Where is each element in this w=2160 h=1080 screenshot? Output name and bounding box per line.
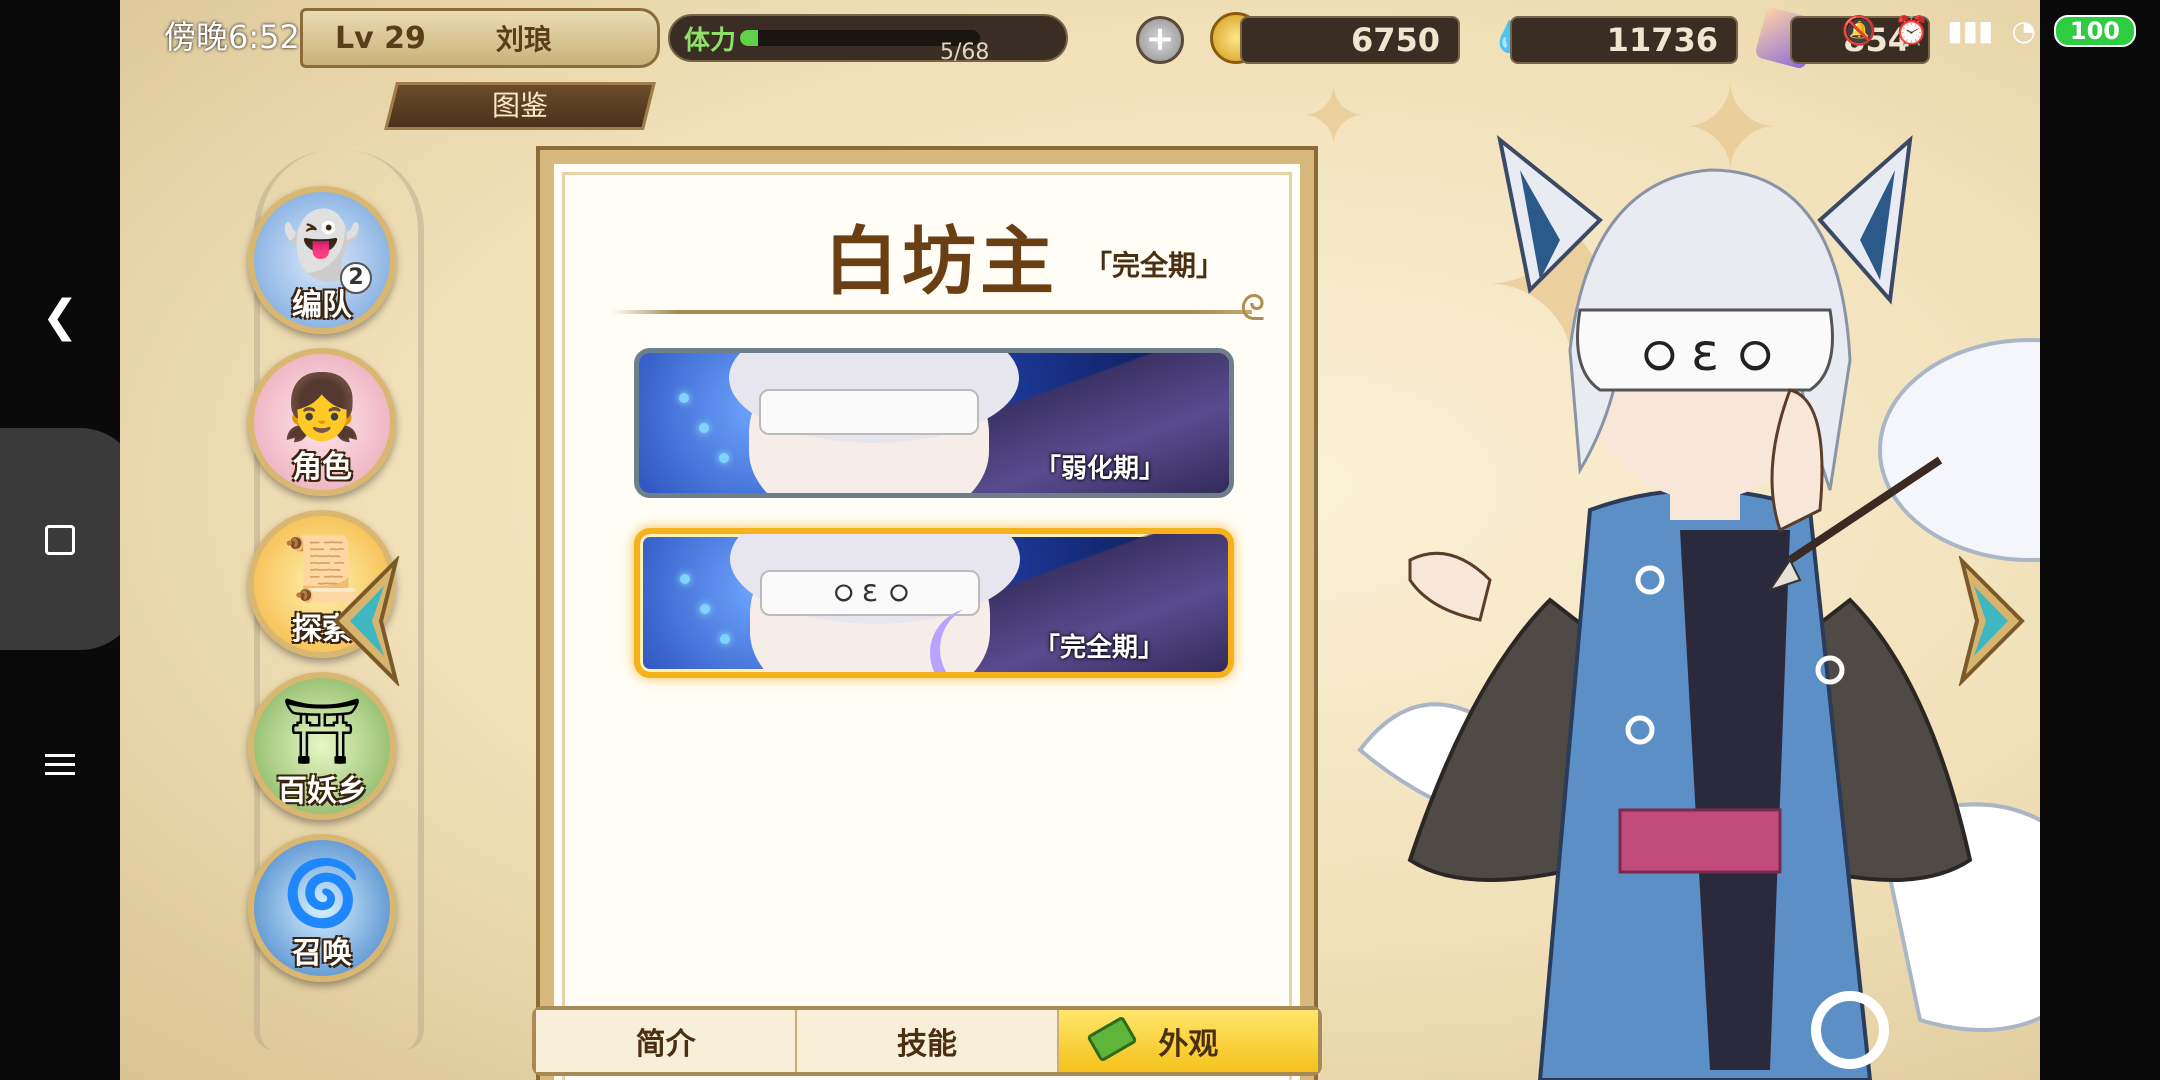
skin-mask: ഠ ε ഠ <box>760 570 980 616</box>
side-nav-label: 编队 <box>292 288 352 323</box>
system-nav-bar: ❮ <box>0 0 140 1080</box>
back-icon[interactable]: ❮ <box>0 256 120 376</box>
side-nav-team[interactable]: 👻 2 编队 <box>248 186 396 334</box>
skin-label: 「弱化期」 <box>1034 454 1165 484</box>
character-portrait: ഠ ε ഠ <box>1357 134 2040 1080</box>
side-nav-label: 角色 <box>292 450 352 485</box>
side-nav-character[interactable]: 👧 角色 <box>248 348 396 496</box>
tab-label: 简介 <box>635 1027 696 1062</box>
side-nav-label: 召唤 <box>292 936 352 971</box>
tab-bar: 简介 技能 外观 <box>532 1006 1322 1076</box>
stamina-label: 体力 <box>684 26 737 56</box>
skin-blindfold <box>759 389 979 435</box>
sparkle-dot <box>700 604 710 614</box>
signal-icon: ▮▮▮ <box>1947 14 1994 47</box>
menu-icon[interactable] <box>0 704 120 824</box>
sparkle-dot <box>680 574 690 584</box>
sparkle-dot <box>679 393 689 403</box>
character-name: 白坊主 <box>824 219 1058 305</box>
character-icon: 👧 <box>282 371 362 445</box>
stamina-value: 5/68 <box>940 40 990 65</box>
tab-intro[interactable]: 简介 <box>536 1010 798 1072</box>
summon-icon: 🌀 <box>282 857 362 931</box>
prev-arrow-icon[interactable] <box>326 556 406 686</box>
svg-text:ഠ ε ഠ: ഠ ε ഠ <box>1640 323 1771 383</box>
skin-label: 「完全期」 <box>1033 633 1164 663</box>
gold-amount: 6750 <box>1240 16 1460 64</box>
village-icon: ⛩ <box>281 695 363 769</box>
tab-label: 外观 <box>1158 1027 1219 1062</box>
resource-bar: Lv 29 刘琅 体力 5/68 + 6750 💧 11736 854 <box>300 6 2000 70</box>
tab-label: 技能 <box>896 1027 957 1062</box>
sparkle-dot <box>719 453 729 463</box>
divider-curl-icon: ᘓ <box>1240 288 1266 329</box>
battery-icon: 100 <box>2053 14 2136 47</box>
tab-skills[interactable]: 技能 <box>797 1010 1059 1072</box>
side-nav-summon[interactable]: 🌀 召唤 <box>248 834 396 982</box>
wifi-icon: ◔ <box>2011 14 2036 47</box>
skin-option-complete[interactable]: ഠ ε ഠ 「完全期」 <box>634 528 1234 678</box>
stamina-fill <box>740 30 758 46</box>
side-nav-label: 百妖乡 <box>277 774 367 809</box>
skin-option-weakened[interactable]: 「弱化期」 <box>634 348 1234 498</box>
mute-icon: 🔕 <box>1841 14 1877 47</box>
stamina-bar: 体力 5/68 <box>668 14 1068 65</box>
player-info[interactable]: Lv 29 刘琅 <box>300 8 660 68</box>
game-screen: ✦ ✦ ✦ 👻 2 编队 👧 角色 📜 探索 ⛩ 百妖乡 🌀 召唤 图鉴 ഠ ε… <box>120 0 2040 1080</box>
sparkle-dot <box>720 634 730 644</box>
status-time: 傍晚6:52 <box>164 18 300 56</box>
home-icon[interactable] <box>0 480 120 600</box>
section-title: 图鉴 <box>384 82 656 130</box>
appearance-icon <box>1085 1015 1138 1063</box>
side-nav-village[interactable]: ⛩ 百妖乡 <box>248 672 396 820</box>
title-divider <box>612 310 1252 314</box>
sparkle-dot <box>699 423 709 433</box>
screen-edge <box>2040 0 2160 1080</box>
player-name: 刘琅 <box>495 23 552 56</box>
tab-appearance[interactable]: 外观 <box>1058 1010 1318 1072</box>
character-card: 白坊主 「完全期」 ᘓ 「弱化期」 ഠ ε ഠ 「完全期」 <box>536 146 1318 1080</box>
player-level: Lv 29 <box>335 20 426 56</box>
blue-gem-amount: 11736 <box>1510 16 1738 64</box>
add-stamina-button[interactable]: + <box>1136 16 1184 64</box>
status-icons: 🔕 ⏰ ▮▮▮ ◔ 100 <box>1841 14 2136 47</box>
character-phase: 「完全期」 <box>1084 249 1225 282</box>
alarm-icon: ⏰ <box>1894 14 1930 47</box>
